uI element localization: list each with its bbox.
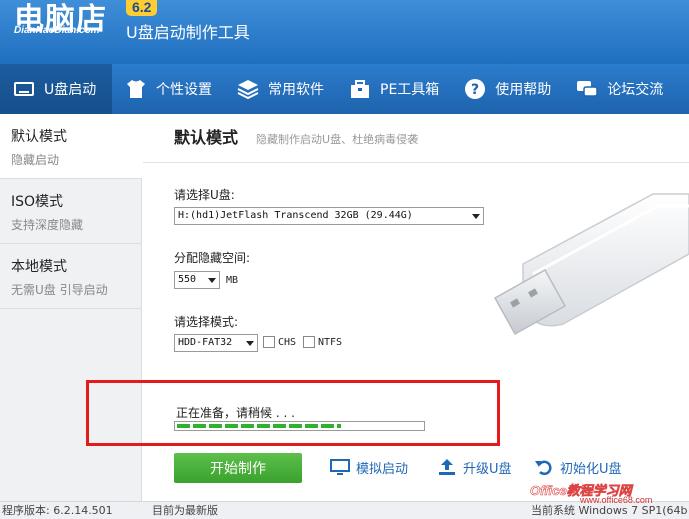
header-divider bbox=[143, 162, 689, 163]
program-version: 程序版本: 6.2.14.501 bbox=[2, 504, 113, 517]
nav-help[interactable]: ? 使用帮助 bbox=[451, 64, 563, 114]
undo-icon bbox=[535, 460, 552, 476]
simulate-boot-button[interactable]: 模拟启动 bbox=[330, 457, 408, 477]
nav-label: 使用帮助 bbox=[495, 82, 552, 98]
version-badge: 6.2 bbox=[126, 0, 158, 16]
sidebar-item-iso[interactable]: ISO模式 支持深度隐藏 bbox=[0, 179, 141, 244]
nav-personalize[interactable]: 个性设置 bbox=[112, 64, 224, 114]
page-title: 默认模式 bbox=[174, 128, 239, 147]
nav-label: 论坛交流 bbox=[607, 82, 664, 98]
sidebar-item-title: ISO模式 bbox=[11, 194, 64, 210]
upload-icon bbox=[439, 459, 455, 475]
mode-select-label: 请选择模式: bbox=[174, 315, 239, 329]
chat-icon bbox=[575, 77, 599, 101]
nav-software[interactable]: 常用软件 bbox=[224, 64, 336, 114]
sidebar-item-title: 默认模式 bbox=[11, 129, 67, 145]
usb-drive-value: H:(hd1)JetFlash Transcend 32GB (29.44G) bbox=[178, 210, 413, 221]
page-subtitle: 隐藏制作启动U盘、杜绝病毒侵袭 bbox=[256, 133, 419, 146]
usb-illustration bbox=[493, 193, 689, 336]
chevron-down-icon bbox=[208, 278, 216, 283]
sidebar-item-desc: 支持深度隐藏 bbox=[11, 218, 84, 232]
monitor-icon bbox=[330, 459, 350, 475]
usb-drive-select[interactable]: H:(hd1)JetFlash Transcend 32GB (29.44G) bbox=[174, 207, 484, 225]
start-button[interactable]: 开始制作 bbox=[174, 453, 302, 483]
main-header: 默认模式 隐藏制作启动U盘、杜绝病毒侵袭 bbox=[174, 124, 418, 148]
highlight-annotation bbox=[86, 380, 500, 446]
hidden-space-value: 550 bbox=[178, 274, 197, 285]
hidden-space-unit: MB bbox=[226, 275, 239, 286]
help-icon: ? bbox=[463, 77, 487, 101]
logo-subtext: DianNaoDian.com bbox=[14, 25, 100, 36]
main-nav: U盘启动 个性设置 常用软件 PE工具箱 ? 使用帮助 论坛交流 bbox=[0, 64, 689, 114]
hidden-space-label: 分配隐藏空间: bbox=[174, 251, 251, 265]
sidebar-item-title: 本地模式 bbox=[11, 259, 67, 275]
update-status: 目前为最新版 bbox=[152, 504, 218, 517]
sidebar-item-default[interactable]: 默认模式 隐藏启动 bbox=[0, 114, 142, 179]
simulate-boot-label: 模拟启动 bbox=[356, 461, 409, 477]
mode-select[interactable]: HDD-FAT32 bbox=[174, 334, 258, 352]
chevron-down-icon bbox=[246, 341, 254, 346]
app-header: 电脑店 DianNaoDian.com 6.2 U盘启动制作工具 bbox=[0, 0, 689, 64]
checkbox-box bbox=[263, 336, 275, 348]
ntfs-label: NTFS bbox=[318, 336, 343, 348]
checkbox-box bbox=[303, 336, 315, 348]
usb-select-label: 请选择U盘: bbox=[174, 188, 235, 202]
svg-text:?: ? bbox=[471, 82, 479, 98]
nav-label: 常用软件 bbox=[268, 82, 324, 98]
chs-label: CHS bbox=[278, 336, 297, 348]
nav-label: U盘启动 bbox=[44, 82, 97, 98]
sidebar-item-desc: 隐藏启动 bbox=[11, 153, 60, 167]
hidden-space-select[interactable]: 550 bbox=[174, 271, 220, 289]
usb-drive-icon bbox=[12, 77, 36, 101]
watermark-url: www.office68.com bbox=[580, 495, 653, 505]
shirt-icon bbox=[124, 77, 148, 101]
chevron-down-icon bbox=[472, 214, 480, 219]
nav-forum[interactable]: 论坛交流 bbox=[563, 64, 675, 114]
init-usb-label: 初始化U盘 bbox=[560, 461, 622, 477]
app-title: U盘启动制作工具 bbox=[126, 23, 250, 42]
ntfs-checkbox[interactable]: NTFS bbox=[303, 336, 342, 348]
upgrade-usb-button[interactable]: 升级U盘 bbox=[437, 457, 512, 477]
sidebar-item-desc: 无需U盘 引导启动 bbox=[11, 283, 108, 297]
nav-usb-boot[interactable]: U盘启动 bbox=[0, 64, 112, 114]
layers-icon bbox=[236, 77, 260, 101]
nav-label: PE工具箱 bbox=[380, 82, 440, 98]
init-usb-button[interactable]: 初始化U盘 bbox=[534, 457, 622, 477]
nav-label: 个性设置 bbox=[156, 82, 212, 98]
chs-checkbox[interactable]: CHS bbox=[263, 336, 296, 348]
mode-value: HDD-FAT32 bbox=[178, 337, 233, 348]
upgrade-usb-label: 升级U盘 bbox=[463, 461, 512, 477]
toolbox-icon bbox=[348, 77, 372, 101]
sidebar-item-local[interactable]: 本地模式 无需U盘 引导启动 bbox=[0, 244, 141, 309]
nav-pe-toolbox[interactable]: PE工具箱 bbox=[336, 64, 451, 114]
